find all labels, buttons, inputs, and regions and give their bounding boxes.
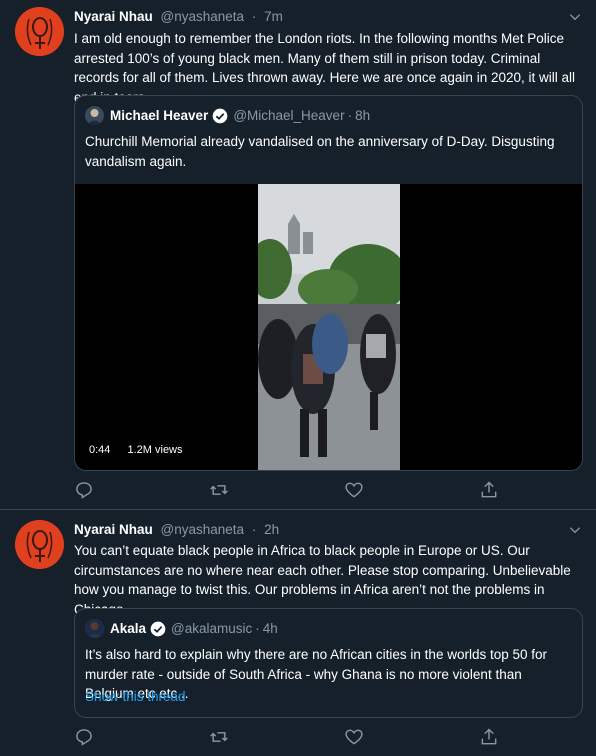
- quoted-author-handle: @Michael_Heaver: [233, 108, 345, 123]
- quoted-author-name: Michael Heaver: [110, 108, 209, 123]
- video-stats: 0:44 1.2M views: [89, 444, 183, 456]
- quoted-avatar: [85, 619, 104, 638]
- verified-icon: [150, 621, 166, 636]
- retweet-icon: [210, 485, 228, 495]
- video-player[interactable]: 0:44 1.2M views: [75, 184, 582, 470]
- quoted-time: 8h: [355, 108, 371, 123]
- share-icon: [481, 728, 497, 745]
- show-thread-link[interactable]: Show this thread: [85, 687, 570, 707]
- quoted-header: Akala @akalamusic · 4h: [85, 619, 278, 638]
- retweet-button[interactable]: [209, 480, 229, 500]
- like-button[interactable]: [344, 480, 364, 500]
- quoted-author-handle: @akalamusic: [171, 621, 253, 636]
- retweet-button[interactable]: [209, 727, 229, 747]
- chevron-down-icon[interactable]: [568, 523, 582, 537]
- quoted-author-name: Akala: [110, 621, 147, 636]
- reply-icon: [76, 482, 92, 499]
- author-handle[interactable]: @nyashaneta: [161, 522, 245, 537]
- tweet-header: Nyarai Nhau @nyashaneta · 7m: [74, 9, 283, 24]
- quoted-header: Michael Heaver @Michael_Heaver · 8h: [85, 106, 370, 125]
- tweet-actions: [74, 727, 586, 751]
- quoted-text: Churchill Memorial already vandalised on…: [85, 134, 555, 169]
- separator: ·: [255, 621, 260, 636]
- video-thumbnail: [258, 184, 400, 470]
- tweet-time[interactable]: 2h: [264, 522, 279, 537]
- tweet-actions: [74, 480, 586, 504]
- like-button[interactable]: [344, 727, 364, 747]
- retweet-icon: [210, 732, 228, 742]
- separator: ·: [347, 108, 353, 123]
- avatar[interactable]: [15, 520, 64, 569]
- author-name[interactable]: Nyarai Nhau: [74, 522, 153, 537]
- reply-icon: [76, 729, 92, 746]
- author-name[interactable]: Nyarai Nhau: [74, 9, 153, 24]
- share-button[interactable]: [479, 727, 499, 747]
- tweet-2[interactable]: Nyarai Nhau @nyashaneta · 2h You can’t e…: [0, 510, 596, 756]
- tweet-header: Nyarai Nhau @nyashaneta · 2h: [74, 522, 279, 537]
- quoted-tweet[interactable]: Akala @akalamusic · 4h It’s also hard to…: [74, 608, 583, 718]
- quoted-time: 4h: [262, 621, 278, 636]
- avatar-image: [15, 7, 64, 56]
- chevron-down-icon[interactable]: [568, 10, 582, 24]
- avatar[interactable]: [15, 7, 64, 56]
- author-handle[interactable]: @nyashaneta: [161, 9, 245, 24]
- video-duration: 0:44: [89, 444, 111, 456]
- like-icon: [345, 482, 363, 498]
- separator: ·: [251, 522, 257, 537]
- tweet-time[interactable]: 7m: [264, 9, 283, 24]
- reply-button[interactable]: [74, 727, 94, 747]
- avatar-image: [15, 520, 64, 569]
- verified-icon: [212, 108, 228, 123]
- share-icon: [481, 481, 497, 498]
- like-icon: [345, 729, 363, 745]
- share-button[interactable]: [479, 480, 499, 500]
- quoted-tweet[interactable]: Michael Heaver @Michael_Heaver · 8h Chur…: [74, 95, 583, 471]
- video-views: 1.2M views: [127, 444, 183, 456]
- tweet-1[interactable]: Nyarai Nhau @nyashaneta · 7m I am old en…: [0, 0, 596, 509]
- reply-button[interactable]: [74, 480, 94, 500]
- quoted-avatar: [85, 106, 104, 125]
- separator: ·: [251, 9, 257, 24]
